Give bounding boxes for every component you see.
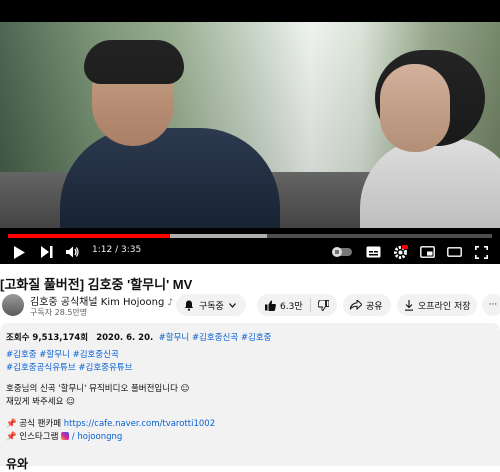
fan-cafe-line: 📌 공식 팬카페 https://cafe.naver.com/tvarotti… — [6, 417, 215, 429]
hashtag-inline-3[interactable]: #김호중 — [241, 333, 272, 343]
next-icon[interactable] — [38, 242, 56, 262]
dislike-button[interactable] — [317, 299, 329, 311]
share-icon — [350, 300, 362, 310]
volume-icon[interactable] — [64, 242, 82, 262]
hashtag[interactable]: #김호중유튜브 — [78, 363, 132, 373]
fan-cafe-label: 📌 공식 팬카페 — [6, 419, 62, 429]
instagram-line: 📌 인스타그램 / hojoongng — [6, 430, 122, 442]
channel-row: 김호중 공식채널 Kim Hojoong ♪ 구독자 28.5만명 구독중 6.… — [0, 292, 500, 320]
like-divider — [309, 298, 311, 312]
instagram-icon — [61, 432, 70, 440]
more-actions-label: ··· — [488, 300, 498, 310]
miniplayer-icon[interactable] — [418, 242, 436, 262]
hashtag-inline-1[interactable]: #할무니 — [159, 333, 190, 343]
hashtag[interactable]: #김호중신곡 — [73, 350, 119, 360]
thumbs-down-icon — [317, 299, 329, 311]
like-button[interactable] — [265, 300, 276, 311]
theater-mode-icon[interactable] — [445, 242, 463, 262]
thumbs-up-icon — [265, 300, 276, 311]
hashtag[interactable]: #김호중 — [6, 350, 37, 360]
subtitles-icon[interactable] — [364, 242, 382, 262]
settings-icon[interactable] — [390, 242, 410, 262]
download-icon — [404, 299, 414, 311]
description-meta: 조회수 9,513,174회 2020. 6. 20. #할무니 #김호중신곡 … — [6, 331, 271, 343]
play-icon[interactable] — [10, 242, 28, 262]
chevron-down-icon — [228, 302, 236, 308]
like-count: 6.3만 — [280, 301, 303, 312]
channel-avatar[interactable] — [2, 294, 24, 316]
share-button[interactable]: 공유 — [343, 294, 391, 316]
time-current: 1:12 — [92, 245, 113, 255]
view-count: 조회수 9,513,174회 — [6, 333, 89, 343]
instagram-label: 📌 인스타그램 — [6, 432, 59, 442]
subscriber-count: 구독자 28.5만명 — [30, 308, 88, 317]
fullscreen-icon[interactable] — [472, 242, 490, 262]
description-body-line-2: 재밌게 봐주세요 ☺ — [6, 397, 76, 407]
subscribe-label: 구독중 — [199, 301, 224, 312]
offline-save-label: 오프라인 저장 — [418, 301, 471, 312]
subscribe-button[interactable]: 구독중 — [176, 294, 246, 316]
player-controls: 1:12 / 3:35 — [0, 240, 500, 264]
video-title: [고화질 풀버전] 김호중 '할무니' MV — [0, 277, 193, 292]
video-overlay — [0, 22, 500, 228]
instagram-link[interactable]: / hojoongng — [72, 432, 122, 442]
description-body-line-1: 호중님의 신곡 '할무니' 뮤직비디오 풀버전입니다 ☺ — [6, 384, 190, 394]
channel-name[interactable]: 김호중 공식채널 Kim Hojoong ♪ — [30, 293, 173, 308]
progress-bar[interactable] — [8, 234, 492, 238]
description-more[interactable]: 유와 — [6, 455, 28, 472]
autoplay-toggle[interactable] — [331, 242, 353, 262]
video-player[interactable]: 1:12 / 3:35 — [0, 0, 500, 264]
hashtag-inline-2[interactable]: #김호중신곡 — [192, 333, 238, 343]
music-note-icon: ♪ — [167, 298, 174, 308]
progress-buffered — [170, 234, 267, 238]
progress-played — [8, 234, 171, 238]
hashtag[interactable]: #김호중공식유튜브 — [6, 363, 76, 373]
time-separator: / — [112, 245, 121, 255]
hashtag-line-3: #김호중공식유튜브 #김호중유튜브 — [6, 361, 132, 373]
video-frame[interactable] — [0, 22, 500, 228]
hashtag-line-2: #김호중 #할무니 #김호중신곡 — [6, 348, 119, 360]
share-label: 공유 — [366, 301, 383, 312]
like-dislike-group: 6.3만 — [257, 294, 337, 316]
description-box[interactable]: 조회수 9,513,174회 2020. 6. 20. #할무니 #김호중신곡 … — [0, 323, 500, 471]
time-display: 1:12 / 3:35 — [92, 245, 141, 255]
hashtag[interactable]: #할무니 — [39, 350, 70, 360]
time-total: 3:35 — [120, 245, 142, 255]
more-actions-button[interactable]: ··· — [482, 294, 500, 316]
fan-cafe-link[interactable]: https://cafe.naver.com/tvarotti1002 — [64, 419, 215, 429]
upload-date: 2020. 6. 20. — [96, 333, 154, 343]
bell-icon — [184, 300, 194, 311]
offline-save-button[interactable]: 오프라인 저장 — [397, 294, 477, 316]
